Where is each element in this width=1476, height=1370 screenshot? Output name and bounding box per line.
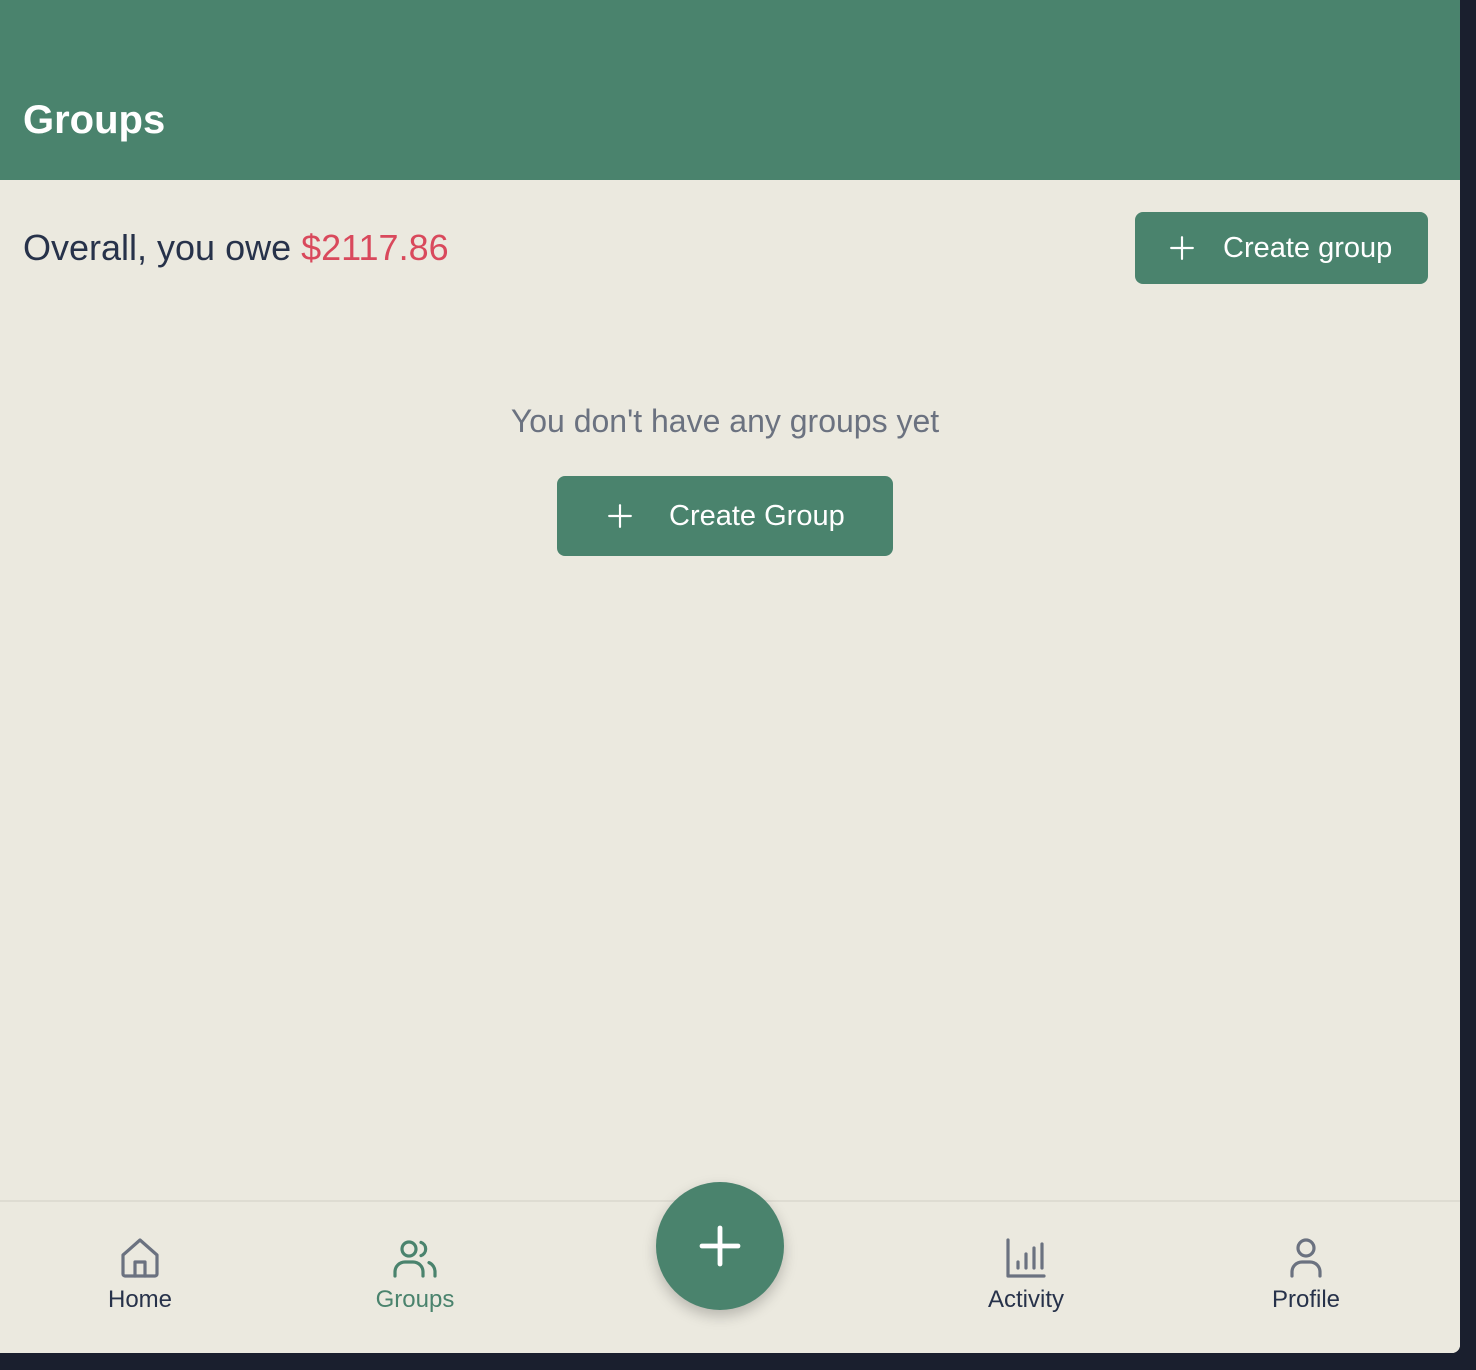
bar-chart-icon [1006,1238,1046,1278]
nav-label-activity: Activity [987,1286,1064,1313]
balance-summary-label: Overall, you owe [23,227,292,268]
home-icon [121,1238,159,1278]
app-header: Groups [0,0,1460,180]
balance-amount: $2117.86 [301,227,449,268]
nav-label-profile: Profile [1271,1286,1341,1313]
plus-icon [699,1225,741,1267]
empty-state-message: You don't have any groups yet [510,403,940,439]
nav-item-profile[interactable]: Profile [1206,1234,1406,1314]
nav-item-home[interactable]: Home [40,1234,240,1314]
create-group-button[interactable]: Create group [1135,212,1428,284]
create-group-button-label: Create group [1223,231,1393,264]
app-window: Groups Overall, you owe $2117.86 Create … [0,0,1460,1353]
plus-icon [608,504,632,528]
user-icon [1290,1238,1322,1278]
nav-item-groups[interactable]: Groups [315,1234,515,1314]
balance-summary: Overall, you owe $2117.86 [23,226,449,270]
plus-icon [1170,236,1194,260]
nav-label-groups: Groups [375,1286,455,1313]
users-icon [393,1240,437,1278]
create-group-empty-button[interactable]: Create Group [557,476,893,556]
nav-label-home: Home [107,1286,173,1313]
page-title: Groups [23,98,166,142]
nav-item-activity[interactable]: Activity [926,1234,1126,1314]
add-expense-fab[interactable] [656,1182,784,1310]
create-group-empty-button-label: Create Group [669,499,845,532]
